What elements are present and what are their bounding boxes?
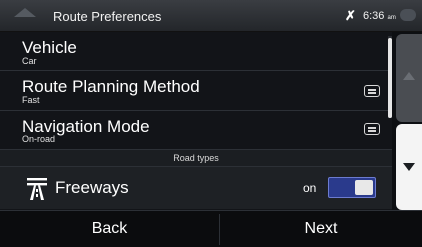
row-title: Vehicle (22, 38, 77, 57)
preferences-list: Vehicle Car Route Planning Method Fast N… (0, 32, 392, 210)
clock-time: 6:36 (363, 10, 385, 22)
row-subtitle: Fast (22, 95, 40, 105)
clock: 6:36 am (363, 10, 396, 22)
freeways-toggle[interactable] (328, 177, 376, 198)
page-title: Route Preferences (53, 9, 162, 24)
list-item-vehicle[interactable]: Vehicle Car (0, 32, 392, 71)
back-arrow-icon[interactable] (14, 8, 36, 17)
list-item-navigation-mode[interactable]: Navigation Mode On-road (0, 111, 392, 150)
list-icon (364, 85, 380, 97)
title-bar: Route Preferences ✗ 6:36 am (0, 0, 422, 32)
freeway-icon (27, 178, 47, 200)
list-item-freeways[interactable]: Freeways on (0, 167, 392, 209)
row-subtitle: Car (22, 56, 37, 66)
row-title: Route Planning Method (22, 77, 200, 96)
toggle-knob[interactable] (355, 180, 373, 195)
scroll-down-button[interactable] (396, 124, 422, 210)
back-button[interactable]: Back (0, 211, 219, 247)
message-icon[interactable] (400, 9, 416, 21)
satellite-icon: ✗ (345, 8, 356, 23)
freeways-label: Freeways (55, 178, 129, 197)
row-subtitle: On-road (22, 134, 56, 144)
scrollbar-thumb[interactable] (388, 38, 392, 118)
clock-suffix: am (387, 15, 396, 21)
scroll-up-button[interactable] (396, 34, 422, 122)
footer-bar: Back Next (0, 210, 422, 247)
list-icon (364, 123, 380, 135)
list-item-route-planning-method[interactable]: Route Planning Method Fast (0, 71, 392, 111)
next-button[interactable]: Next (220, 211, 422, 247)
section-header-road-types: Road types (0, 150, 392, 167)
toggle-state-label: on (303, 181, 317, 195)
screen: Route Preferences ✗ 6:36 am Vehicle Car … (0, 0, 422, 247)
